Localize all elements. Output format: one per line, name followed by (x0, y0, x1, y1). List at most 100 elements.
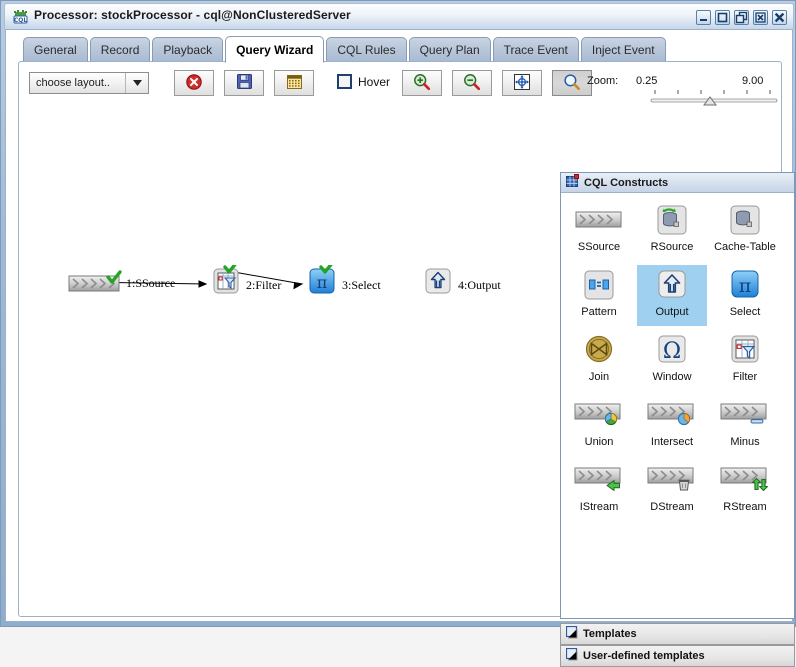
palette-item-label: Output (655, 306, 689, 318)
templates-panel-header[interactable]: Templates (560, 623, 795, 645)
save-button[interactable] (224, 70, 264, 96)
union-icon (574, 395, 624, 435)
palette-item-union[interactable]: Union (564, 395, 634, 456)
user-templates-panel-header[interactable]: User-defined templates (560, 645, 795, 667)
maximize-button[interactable] (715, 10, 730, 25)
istream-icon (574, 460, 624, 500)
minus-icon (720, 395, 770, 435)
magnify-button[interactable] (552, 70, 592, 96)
zoom-label: Zoom: (587, 75, 619, 87)
tab-label: CQL Rules (337, 42, 396, 57)
palette-item-label: DStream (650, 501, 694, 513)
palette-item-label: RStream (723, 501, 767, 513)
palette-item-select[interactable]: π Select (710, 265, 780, 326)
palette-item-label: Cache-Table (714, 241, 776, 253)
palette-item-rstream[interactable]: RStream (710, 460, 780, 521)
cql-constructs-palette: CQL Constructs SSource RSource Cache-Tab… (560, 172, 795, 619)
palette-grid: SSource RSource Cache-Table Pattern Outp… (561, 194, 794, 598)
query-canvas[interactable]: 1:SSource 2:Filter π 3:Select 4:Output (20, 106, 558, 616)
grid-button[interactable] (274, 70, 314, 96)
tab-record[interactable]: Record (89, 37, 151, 62)
palette-item-label: Pattern (581, 306, 617, 318)
canvas-node-filter[interactable]: 2:Filter (212, 260, 281, 300)
title-bar: CQL Processor: stockProcessor - cql@NonC… (4, 3, 794, 29)
tab-query-plan[interactable]: Query Plan (408, 37, 491, 62)
tab-cql-rules[interactable]: CQL Rules (326, 37, 407, 62)
templates-panel-label: Templates (583, 628, 637, 640)
zoom-in-button[interactable] (402, 70, 442, 96)
intersect-icon (647, 395, 697, 435)
restore-button[interactable] (734, 10, 749, 25)
window-omega-icon: Ω (655, 330, 689, 370)
tab-strip: General Record Playback Query Wizard CQL… (6, 30, 792, 63)
palette-item-window[interactable]: Ω Window (637, 330, 707, 391)
palette-item-label: Select (729, 306, 761, 318)
canvas-node-label: 2:Filter (246, 278, 282, 292)
wizard-toolbar: choose layout.. Hover Zoom: 0.25 9.00 (19, 62, 781, 106)
zoom-out-button[interactable] (452, 70, 492, 96)
canvas-node-label: 4:Output (458, 278, 501, 292)
tab-label: Query Plan (419, 42, 480, 57)
palette-item-intersect[interactable]: Intersect (637, 395, 707, 456)
fit-to-window-button[interactable] (502, 70, 542, 96)
svg-text:π: π (317, 273, 328, 292)
chevron-down-icon (125, 73, 148, 93)
user-templates-panel-label: User-defined templates (583, 650, 705, 662)
canvas-node-label: 3:Select (342, 278, 381, 292)
palette-item-minus[interactable]: Minus (710, 395, 780, 456)
relation-source-icon (655, 200, 689, 240)
palette-item-ssource[interactable]: SSource (564, 200, 634, 261)
tab-general[interactable]: General (23, 37, 88, 62)
layout-select-value: choose layout.. (36, 77, 110, 89)
svg-text:π: π (739, 275, 752, 297)
rstream-icon (720, 460, 770, 500)
palette-item-cache-table[interactable]: Cache-Table (710, 200, 780, 261)
palette-item-istream[interactable]: IStream (564, 460, 634, 521)
tab-playback[interactable]: Playback (152, 37, 224, 62)
tab-trace-event[interactable]: Trace Event (492, 37, 579, 62)
svg-text:Ω: Ω (663, 339, 681, 364)
hover-checkbox[interactable] (337, 74, 352, 89)
palette-item-label: Filter (732, 371, 758, 383)
palette-item-join[interactable]: Join (564, 330, 634, 391)
palette-item-label: Join (588, 371, 610, 383)
palette-item-dstream[interactable]: DStream (637, 460, 707, 521)
palette-item-rsource[interactable]: RSource (637, 200, 707, 261)
palette-item-label: RSource (650, 241, 694, 253)
output-arrow-icon (655, 265, 689, 305)
window-title: Processor: stockProcessor - cql@NonClust… (34, 8, 351, 22)
zoom-slider[interactable] (649, 90, 779, 108)
close-all-button[interactable] (753, 10, 768, 25)
hover-label: Hover (358, 75, 391, 89)
window-content: General Record Playback Query Wizard CQL… (5, 29, 795, 667)
close-button[interactable] (772, 10, 787, 25)
canvas-node-output[interactable]: 4:Output (424, 265, 501, 300)
cache-table-icon (728, 200, 762, 240)
join-icon (582, 330, 616, 370)
canvas-node-select[interactable]: π 3:Select (308, 260, 381, 300)
palette-item-filter[interactable]: Filter (710, 330, 780, 391)
canvas-node-label: 1:SSource (126, 276, 176, 290)
palette-item-label: Intersect (650, 436, 694, 448)
dstream-icon (647, 460, 697, 500)
minimize-button[interactable] (696, 10, 711, 25)
select-pi-icon: π (728, 265, 762, 305)
palette-item-label: Minus (730, 436, 760, 448)
tab-label: Trace Event (503, 42, 568, 57)
panel-icon (565, 647, 579, 664)
layout-select[interactable]: choose layout.. (29, 72, 149, 94)
zoom-max-value: 9.00 (742, 75, 764, 87)
tab-inject-event[interactable]: Inject Event (580, 37, 666, 62)
stream-source-icon (575, 200, 623, 240)
palette-header[interactable]: CQL Constructs (561, 173, 794, 193)
tab-query-wizard[interactable]: Query Wizard (225, 36, 325, 63)
tab-list: General Record Playback Query Wizard CQL… (23, 36, 668, 63)
palette-item-output[interactable]: Output (637, 265, 707, 326)
canvas-node-ssource[interactable]: 1:SSource (68, 270, 175, 299)
svg-text:CQL: CQL (14, 17, 28, 24)
delete-icon (185, 73, 203, 94)
tab-label: Query Wizard (236, 42, 314, 57)
palette-item-label: Union (584, 436, 614, 448)
delete-button[interactable] (174, 70, 214, 96)
palette-item-pattern[interactable]: Pattern (564, 265, 634, 326)
